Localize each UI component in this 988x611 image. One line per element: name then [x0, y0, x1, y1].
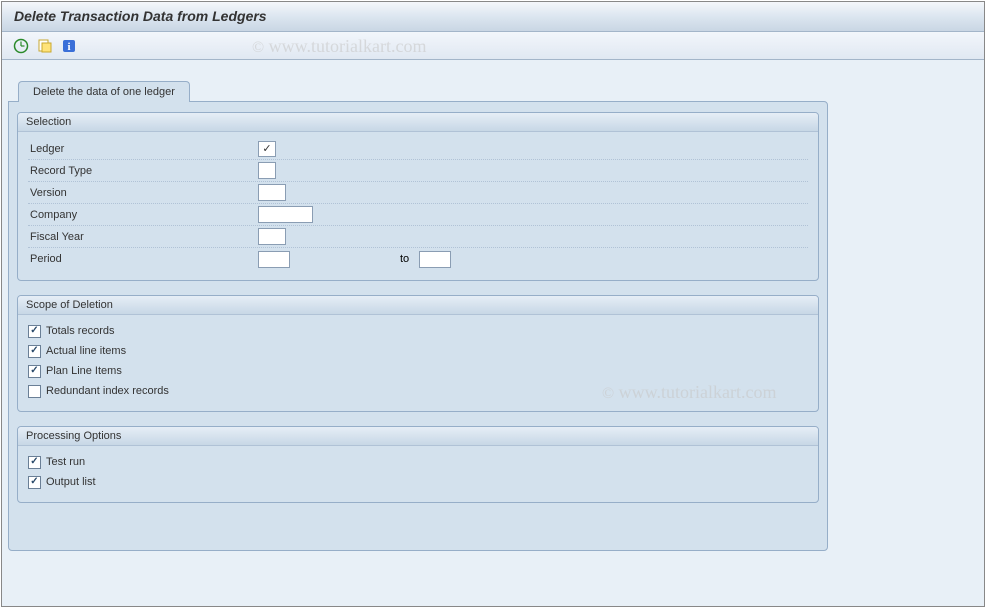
plan-line-items-checkbox[interactable] [28, 365, 41, 378]
version-label: Version [28, 187, 258, 199]
scope-item-actual: Actual line items [28, 341, 808, 361]
record-type-label: Record Type [28, 165, 258, 177]
tab-container: Delete the data of one ledger Selection … [8, 80, 978, 551]
group-selection: Selection Ledger ✓ Record Type Version [17, 112, 819, 281]
execute-icon[interactable] [12, 37, 30, 55]
tab-panel: Selection Ledger ✓ Record Type Version [8, 101, 828, 551]
test-run-label: Test run [46, 456, 85, 468]
info-icon[interactable]: i [60, 37, 78, 55]
period-to-input[interactable] [419, 251, 451, 268]
field-row-record-type: Record Type [28, 160, 808, 182]
scope-item-plan: Plan Line Items [28, 361, 808, 381]
record-type-input[interactable] [258, 162, 276, 179]
scope-item-redundant: Redundant index records [28, 381, 808, 401]
field-row-company: Company [28, 204, 808, 226]
period-from-input[interactable] [258, 251, 290, 268]
ledger-label: Ledger [28, 143, 258, 155]
redundant-index-checkbox[interactable] [28, 385, 41, 398]
field-row-version: Version [28, 182, 808, 204]
group-selection-body: Ledger ✓ Record Type Version Comp [18, 132, 818, 280]
app-window: Delete Transaction Data from Ledgers i [1, 1, 985, 607]
processing-item-output: Output list [28, 472, 808, 492]
group-scope-header: Scope of Deletion [18, 296, 818, 315]
group-processing: Processing Options Test run Output list [17, 426, 819, 503]
test-run-checkbox[interactable] [28, 456, 41, 469]
group-selection-header: Selection [18, 113, 818, 132]
svg-text:i: i [67, 41, 70, 53]
content-area: Delete the data of one ledger Selection … [2, 60, 984, 606]
company-label: Company [28, 209, 258, 221]
group-scope-body: Totals records Actual line items Plan Li… [18, 315, 818, 411]
actual-line-items-label: Actual line items [46, 345, 126, 357]
version-input[interactable] [258, 184, 286, 201]
scope-item-totals: Totals records [28, 321, 808, 341]
output-list-checkbox[interactable] [28, 476, 41, 489]
field-row-period: Period to [28, 248, 808, 270]
actual-line-items-checkbox[interactable] [28, 345, 41, 358]
group-processing-body: Test run Output list [18, 446, 818, 502]
tab-delete-ledger[interactable]: Delete the data of one ledger [18, 81, 190, 102]
variant-icon[interactable] [36, 37, 54, 55]
period-label: Period [28, 253, 258, 265]
field-row-fiscal-year: Fiscal Year [28, 226, 808, 248]
processing-item-test: Test run [28, 452, 808, 472]
period-to-label: to [400, 253, 409, 265]
group-scope: Scope of Deletion Totals records Actual … [17, 295, 819, 412]
company-input[interactable] [258, 206, 313, 223]
totals-records-label: Totals records [46, 325, 114, 337]
plan-line-items-label: Plan Line Items [46, 365, 122, 377]
field-row-ledger: Ledger ✓ [28, 138, 808, 160]
fiscal-year-label: Fiscal Year [28, 231, 258, 243]
fiscal-year-input[interactable] [258, 228, 286, 245]
toolbar: i [2, 32, 984, 60]
redundant-index-label: Redundant index records [46, 385, 169, 397]
title-bar: Delete Transaction Data from Ledgers [2, 2, 984, 32]
ledger-input-check[interactable]: ✓ [258, 141, 276, 157]
output-list-label: Output list [46, 476, 96, 488]
totals-records-checkbox[interactable] [28, 325, 41, 338]
group-processing-header: Processing Options [18, 427, 818, 446]
tab-label: Delete the data of one ledger [33, 86, 175, 98]
page-title: Delete Transaction Data from Ledgers [14, 8, 267, 24]
